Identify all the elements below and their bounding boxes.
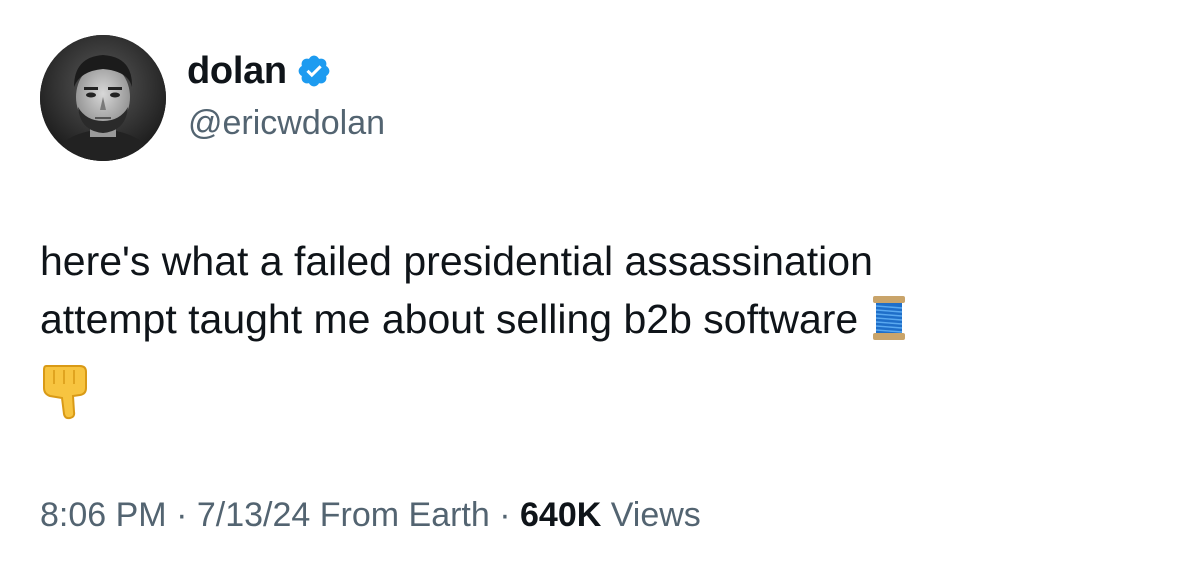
- tweet-time[interactable]: 8:06 PM: [40, 496, 167, 534]
- author-display-name[interactable]: dolan: [187, 50, 287, 93]
- meta-separator: ·: [489, 496, 520, 534]
- views-count[interactable]: 640K: [520, 496, 601, 534]
- author-name-row[interactable]: dolan: [187, 46, 332, 96]
- author-handle[interactable]: @ericwdolan: [188, 104, 385, 143]
- tweet-card: dolan @ericwdolan here's what a failed p…: [0, 0, 1179, 574]
- backhand-index-pointing-down-icon: [40, 362, 92, 420]
- tweet-date[interactable]: 7/13/24: [197, 496, 310, 534]
- meta-separator: ·: [166, 496, 197, 534]
- tweet-text: here's what a failed presidential assass…: [40, 232, 1140, 348]
- verified-badge-icon[interactable]: [296, 53, 332, 89]
- tweet-text-line-1: here's what a failed presidential assass…: [40, 238, 873, 284]
- views-label: Views: [601, 496, 701, 534]
- avatar[interactable]: [40, 35, 166, 161]
- tweet-text-line-2-content: attempt taught me about selling b2b soft…: [40, 296, 859, 342]
- avatar-portrait-image: [40, 35, 166, 161]
- tweet-location: From Earth: [310, 496, 490, 534]
- thread-icon: [872, 295, 906, 341]
- tweet-meta: 8:06 PM · 7/13/24 From Earth · 640K View…: [40, 496, 701, 535]
- tweet-text-line-2: attempt taught me about selling b2b soft…: [40, 290, 1140, 348]
